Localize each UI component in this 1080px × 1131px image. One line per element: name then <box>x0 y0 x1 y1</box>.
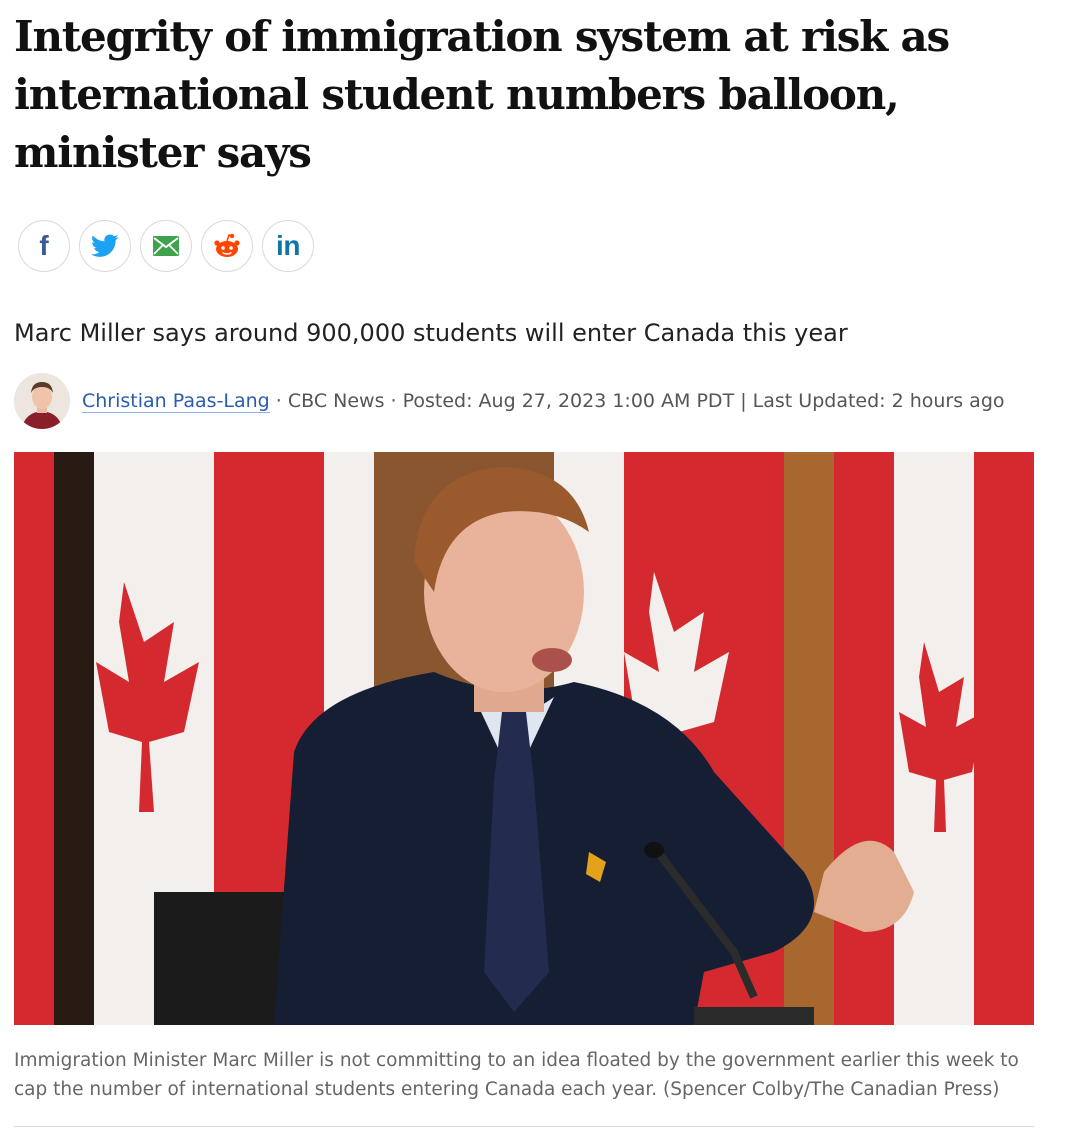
byline-text: Christian Paas-Lang · CBC News · Posted:… <box>82 390 1005 413</box>
facebook-icon: f <box>39 230 49 261</box>
image-caption: Immigration Minister Marc Miller is not … <box>14 1050 1019 1100</box>
share-reddit-button[interactable] <box>201 220 253 272</box>
email-icon <box>153 236 179 256</box>
section-divider <box>14 1126 1034 1127</box>
byline-separator: | <box>734 390 753 412</box>
share-facebook-button[interactable]: f <box>18 220 70 272</box>
byline-posted: Posted: Aug 27, 2023 1:00 AM PDT <box>402 390 735 412</box>
author-photo <box>14 373 70 429</box>
linkedin-icon: in <box>276 230 300 261</box>
hero-photo-illustration <box>14 452 1034 1025</box>
share-linkedin-button[interactable]: in <box>262 220 314 272</box>
byline-separator: · <box>269 390 288 412</box>
twitter-icon <box>91 234 119 257</box>
hero-image[interactable] <box>14 452 1034 1025</box>
article-deck: Marc Miller says around 900,000 students… <box>14 319 848 347</box>
byline-outlet: CBC News <box>287 390 385 412</box>
byline-updated: Last Updated: 2 hours ago <box>752 390 1005 412</box>
article-headline: Integrity of immigration system at risk … <box>14 12 950 177</box>
byline: Christian Paas-Lang · CBC News · Posted:… <box>14 372 1005 430</box>
author-avatar[interactable] <box>14 373 70 429</box>
share-email-button[interactable] <box>140 220 192 272</box>
reddit-icon <box>214 233 240 257</box>
author-link[interactable]: Christian Paas-Lang <box>82 390 270 413</box>
share-bar: f in <box>18 220 314 272</box>
byline-separator: · <box>384 390 403 412</box>
share-twitter-button[interactable] <box>79 220 131 272</box>
